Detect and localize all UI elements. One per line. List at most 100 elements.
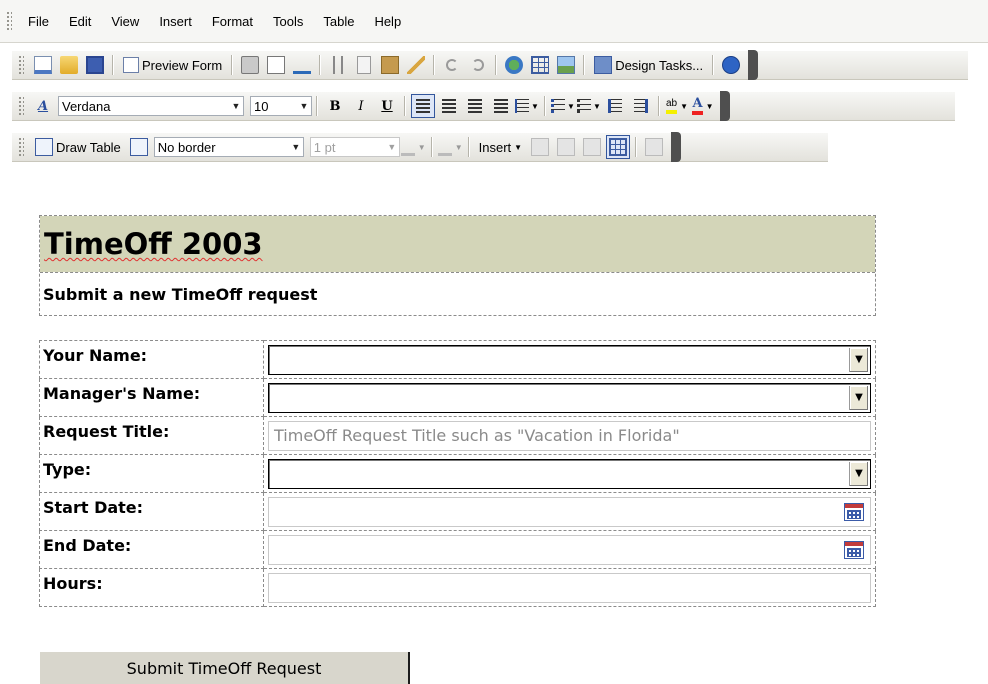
highlight-button[interactable]: ab ▼: [665, 94, 689, 118]
menu-file[interactable]: File: [18, 14, 59, 29]
open-button[interactable]: [57, 53, 81, 77]
delete-cells-button[interactable]: [580, 135, 604, 159]
help-button[interactable]: [719, 53, 743, 77]
formatting-toolbar: A Verdana ▼ 10 ▼ B I U ▼ ▼ ▼ ab ▼ A ▼: [12, 91, 955, 121]
table-properties-button[interactable]: [127, 135, 151, 159]
numbering-button[interactable]: ▼: [551, 94, 575, 118]
menu-help[interactable]: Help: [364, 14, 411, 29]
separator: [231, 55, 234, 75]
menu-format[interactable]: Format: [202, 14, 263, 29]
border-style-value: No border: [157, 139, 216, 155]
border-style-select[interactable]: No border ▼: [153, 137, 304, 157]
spelling-button[interactable]: [290, 53, 314, 77]
gridlines-icon: [609, 138, 628, 156]
format-painter-button[interactable]: [404, 53, 428, 77]
show-gridlines-button[interactable]: [606, 135, 631, 159]
separator: [658, 96, 660, 116]
chevron-down-icon[interactable]: ▼: [849, 385, 868, 410]
copy-button[interactable]: [352, 53, 376, 77]
chevron-down-icon: ▼: [231, 101, 241, 111]
font-icon: A: [37, 98, 49, 114]
toolbar-options-chevron[interactable]: [720, 91, 730, 121]
toolbar-options-chevron[interactable]: [671, 132, 682, 162]
start-date-picker[interactable]: [268, 496, 871, 527]
align-right-button[interactable]: [463, 94, 487, 118]
toolbar-grip[interactable]: [18, 137, 24, 157]
help-question-icon: [722, 56, 741, 74]
bullets-button[interactable]: ▼: [577, 94, 601, 118]
delete-cells-icon: [583, 138, 602, 156]
your-name-cell: ▼: [263, 340, 876, 379]
merge-cells-button[interactable]: [528, 135, 552, 159]
toolbar-grip[interactable]: [18, 96, 24, 116]
redo-button[interactable]: [466, 53, 490, 77]
line-spacing-button[interactable]: ▼: [515, 94, 539, 118]
border-color-button[interactable]: ▼: [400, 135, 426, 159]
insert-hyperlink-button[interactable]: [502, 53, 526, 77]
hours-cell: [263, 568, 876, 607]
font-name-select[interactable]: Verdana ▼: [58, 96, 244, 116]
managers-name-dropdown[interactable]: ▼: [268, 382, 871, 413]
split-cells-button[interactable]: [554, 135, 578, 159]
table-icon: [531, 56, 550, 74]
submit-request-button[interactable]: Submit TimeOff Request: [40, 652, 410, 684]
increase-indent-icon: [634, 99, 648, 113]
menu-edit[interactable]: Edit: [59, 14, 101, 29]
separator: [635, 137, 638, 157]
chevron-down-icon[interactable]: ▼: [849, 347, 868, 372]
align-center-button[interactable]: [437, 94, 461, 118]
font-dialog-button[interactable]: A: [31, 94, 55, 118]
separator: [583, 55, 586, 75]
font-size-select[interactable]: 10 ▼: [250, 96, 312, 116]
design-tasks-button[interactable]: Design Tasks...: [590, 53, 707, 77]
save-button[interactable]: [83, 53, 107, 77]
calendar-icon[interactable]: [844, 540, 864, 559]
menu-tools[interactable]: Tools: [263, 14, 313, 29]
chevron-down-icon[interactable]: ▼: [849, 461, 868, 486]
menu-bar: File Edit View Insert Format Tools Table…: [0, 0, 988, 43]
font-size-value: 10: [254, 98, 269, 114]
bold-button[interactable]: B: [323, 94, 347, 118]
spell-check-icon: [293, 56, 312, 74]
italic-button[interactable]: I: [349, 94, 373, 118]
toolbar-options-chevron[interactable]: [748, 50, 759, 80]
calendar-icon[interactable]: [844, 502, 864, 521]
align-left-button[interactable]: [411, 94, 435, 118]
table-autoformat-button[interactable]: [642, 135, 666, 159]
border-width-select[interactable]: 1 pt ▼: [309, 137, 400, 157]
cut-button[interactable]: [326, 53, 350, 77]
save-disk-icon: [86, 56, 104, 74]
clipboard-icon: [381, 56, 400, 74]
design-tasks-label: Design Tasks...: [615, 57, 704, 73]
form-header: TimeOff 2003 Submit a new TimeOff reques…: [39, 215, 876, 316]
your-name-dropdown[interactable]: ▼: [268, 344, 871, 375]
insert-menu-button[interactable]: Insert ▼: [475, 135, 526, 159]
table-row: Hours:: [39, 568, 876, 607]
border-color-pencil-icon: [400, 138, 415, 156]
insert-table-button[interactable]: [528, 53, 552, 77]
shading-button[interactable]: ▼: [437, 135, 463, 159]
menu-view[interactable]: View: [101, 14, 149, 29]
hours-field[interactable]: [268, 572, 871, 603]
menu-table[interactable]: Table: [313, 14, 364, 29]
preview-form-button[interactable]: Preview Form: [119, 53, 226, 77]
new-button[interactable]: [31, 53, 55, 77]
font-color-button[interactable]: A ▼: [691, 94, 715, 118]
print-preview-button[interactable]: [264, 53, 288, 77]
underline-button[interactable]: U: [375, 94, 399, 118]
request-title-field[interactable]: TimeOff Request Title such as "Vacation …: [268, 420, 871, 451]
paste-button[interactable]: [378, 53, 402, 77]
undo-button[interactable]: [440, 53, 464, 77]
justify-button[interactable]: [489, 94, 513, 118]
insert-picture-button[interactable]: [554, 53, 578, 77]
increase-indent-button[interactable]: [629, 94, 653, 118]
print-button[interactable]: [238, 53, 262, 77]
draw-table-button[interactable]: Draw Table: [31, 135, 125, 159]
menu-bar-grip[interactable]: [6, 11, 12, 31]
decrease-indent-button[interactable]: [603, 94, 627, 118]
toolbar-grip[interactable]: [18, 55, 24, 75]
table-row: Request Title: TimeOff Request Title suc…: [39, 416, 876, 455]
menu-insert[interactable]: Insert: [149, 14, 202, 29]
end-date-picker[interactable]: [268, 534, 871, 565]
type-dropdown[interactable]: ▼: [268, 458, 871, 489]
